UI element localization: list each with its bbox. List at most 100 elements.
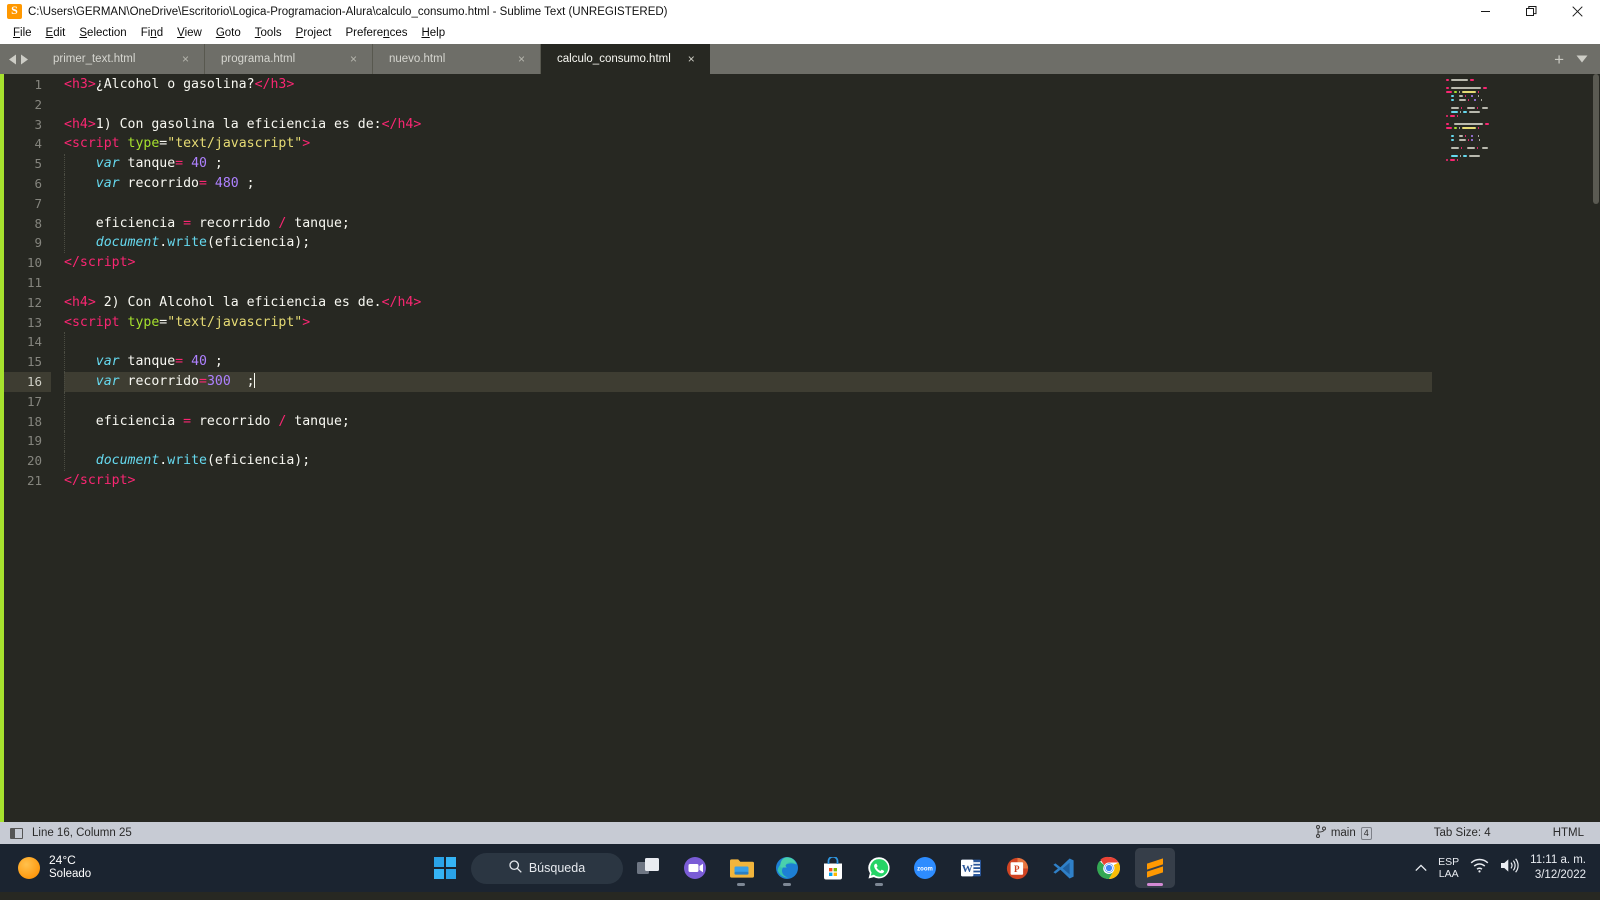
code-line[interactable] <box>64 95 1600 115</box>
indent-guide <box>64 332 65 353</box>
microsoft-edge-icon[interactable] <box>767 848 807 888</box>
close-icon[interactable]: × <box>179 53 192 66</box>
windows-start-icon[interactable] <box>425 848 465 888</box>
microsoft-teams-icon[interactable] <box>675 848 715 888</box>
close-icon[interactable] <box>1554 0 1600 23</box>
tab-navigation <box>0 44 37 74</box>
code-token: </h4> <box>381 294 422 310</box>
code-line[interactable]: var recorrido= 480 ; <box>64 173 1600 194</box>
minimize-icon[interactable] <box>1462 0 1508 23</box>
menu-item-find[interactable]: Find <box>134 25 170 41</box>
close-icon[interactable]: × <box>685 53 698 66</box>
sun-icon <box>18 856 40 879</box>
code-token: <h4> <box>64 294 96 310</box>
code-token: = <box>175 354 184 370</box>
minimap[interactable] <box>1432 74 1600 822</box>
code-token: (eficiencia); <box>206 235 311 251</box>
code-line[interactable]: var tanque= 40 ; <box>64 154 1600 174</box>
chevron-up-icon[interactable] <box>1415 859 1427 877</box>
microsoft-word-icon[interactable]: W <box>951 848 991 888</box>
weather-condition: Soleado <box>49 868 92 881</box>
svg-text:zoom: zoom <box>917 866 933 872</box>
chevron-left-icon[interactable] <box>8 54 17 65</box>
menu-item-tools[interactable]: Tools <box>248 25 289 41</box>
code-line[interactable]: <h3>¿Alcohol o gasolina?</h3> <box>64 75 1600 95</box>
file-explorer-icon[interactable] <box>721 848 761 888</box>
menu-item-edit[interactable]: Edit <box>39 25 73 41</box>
sidebar-toggle-icon[interactable] <box>10 827 23 839</box>
code-token: "text/javascript" <box>167 314 303 330</box>
weather-widget[interactable]: 24°C Soleado <box>0 854 91 881</box>
indent-guide <box>64 213 65 234</box>
code-token: var <box>95 373 120 389</box>
language-top: ESP <box>1438 855 1460 868</box>
clock-widget[interactable]: 11:11 a. m. 3/12/2022 <box>1530 853 1586 883</box>
code-line[interactable]: var tanque= 40 ; <box>64 352 1600 372</box>
svg-text:P: P <box>1014 864 1020 874</box>
menu-item-project[interactable]: Project <box>289 25 339 41</box>
search-input[interactable]: Búsqueda <box>471 852 623 884</box>
menu-item-file[interactable]: File <box>6 25 39 41</box>
menu-item-help[interactable]: Help <box>414 25 452 41</box>
code-line[interactable]: <h4> 2) Con Alcohol la eficiencia es de.… <box>64 293 1600 313</box>
tab-programa-html[interactable]: programa.html × <box>205 44 373 74</box>
zoom-icon[interactable]: zoom <box>905 848 945 888</box>
code-line[interactable] <box>64 193 1600 214</box>
code-line[interactable]: eficiencia = recorrido / tanque; <box>64 213 1600 234</box>
line-number-gutter: 1 2 3 4 5 6 7 8 9 10 11 12 13 14 15 16 17 18 19 20 21 <box>4 74 51 822</box>
chevron-right-icon[interactable] <box>20 54 29 65</box>
whatsapp-icon[interactable] <box>859 848 899 888</box>
code-content-area[interactable]: <h3>¿Alcohol o gasolina?</h3> <h4>1) Con… <box>51 74 1600 822</box>
menu-item-goto[interactable]: Goto <box>209 25 248 41</box>
git-branch-status[interactable]: main 4 <box>1315 825 1372 841</box>
tab-nuevo-html[interactable]: nuevo.html × <box>373 44 541 74</box>
wifi-icon[interactable] <box>1470 858 1489 878</box>
tab-size-label[interactable]: Tab Size: 4 <box>1434 827 1491 839</box>
speaker-icon[interactable] <box>1500 858 1519 878</box>
code-line[interactable]: document.write(eficiencia); <box>64 451 1600 471</box>
code-line[interactable]: </script> <box>64 471 1600 491</box>
code-line[interactable] <box>64 332 1600 353</box>
menu-item-selection[interactable]: Selection <box>72 25 133 41</box>
sublime-text-icon[interactable] <box>1135 848 1175 888</box>
code-token: eficiencia <box>64 413 184 429</box>
code-token: 40 <box>191 156 207 172</box>
code-token: script <box>79 255 128 271</box>
tab-calculo_consumo-html[interactable]: calculo_consumo.html × <box>541 44 710 74</box>
code-token: document <box>95 453 160 469</box>
menu-item-preferences[interactable]: Preferences <box>338 25 414 41</box>
new-tab-button[interactable]: + <box>1554 51 1564 68</box>
code-line[interactable]: document.write(eficiencia); <box>64 233 1600 254</box>
code-line[interactable] <box>64 273 1600 293</box>
code-line[interactable]: <h4>1) Con gasolina la eficiencia es de:… <box>64 115 1600 135</box>
vertical-scrollbar[interactable] <box>1593 74 1599 204</box>
chevron-down-icon[interactable] <box>1576 50 1588 68</box>
code-token: > <box>302 314 311 330</box>
code-line[interactable]: eficiencia = recorrido / tanque; <box>64 411 1600 432</box>
menu-item-view[interactable]: View <box>170 25 209 41</box>
code-token: <h4> <box>64 116 96 132</box>
code-line[interactable] <box>64 431 1600 452</box>
visual-studio-code-icon[interactable] <box>1043 848 1083 888</box>
tab-primer_text-html[interactable]: primer_text.html × <box>37 44 205 74</box>
microsoft-store-icon[interactable] <box>813 848 853 888</box>
code-line[interactable]: <script type="text/javascript"> <box>64 313 1600 333</box>
restore-icon[interactable] <box>1508 0 1554 23</box>
close-icon[interactable]: × <box>347 53 360 66</box>
code-line[interactable]: </script> <box>64 253 1600 273</box>
code-editor[interactable]: 1 2 3 4 5 6 7 8 9 10 11 12 13 14 15 16 17 18 19 20 21 <h3>¿A… <box>0 74 1600 822</box>
code-line[interactable]: var recorrido=300 ; <box>64 371 1600 392</box>
code-line[interactable]: <script type="text/javascript"> <box>64 134 1600 154</box>
syntax-mode-label[interactable]: HTML <box>1553 827 1584 839</box>
indent-guide <box>64 391 65 412</box>
code-token: type <box>127 136 160 152</box>
task-view-icon[interactable] <box>629 848 669 888</box>
close-icon[interactable]: × <box>515 53 528 66</box>
google-chrome-icon[interactable] <box>1089 848 1129 888</box>
code-token: var <box>95 156 120 172</box>
language-indicator[interactable]: ESP LAA <box>1438 856 1459 880</box>
microsoft-powerpoint-icon[interactable]: P <box>997 848 1037 888</box>
code-line[interactable] <box>64 391 1600 412</box>
code-token: 2) Con Alcohol la eficiencia es de. <box>95 294 382 310</box>
